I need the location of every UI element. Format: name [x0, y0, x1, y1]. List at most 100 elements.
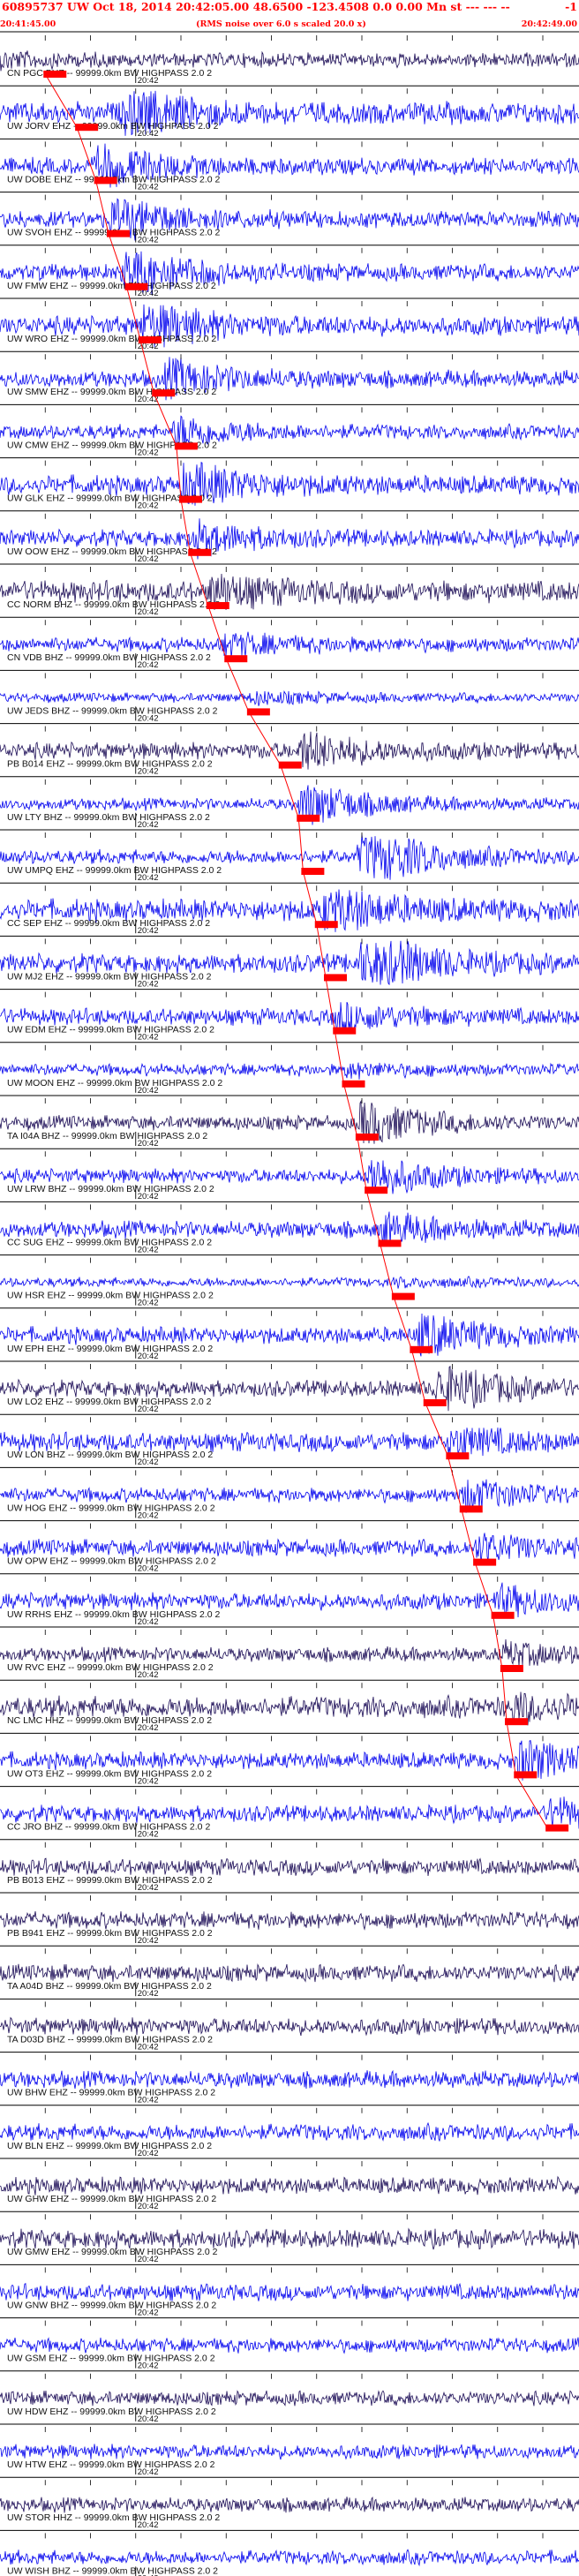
station-label: UW LO2 EHZ -- 99999.0km BW HIGHPASS 2.0 …	[7, 1397, 212, 1407]
station-label: TA I04A BHZ -- 99999.0km BW HIGHPASS 2.0…	[7, 1131, 207, 1141]
trace-row: 20:42UW BHW EHZ -- 99999.0km BW HIGHPASS…	[0, 2054, 579, 2106]
station-label: CN PGC BHZ -- 99999.0km BW HIGHPASS 2.0 …	[7, 68, 212, 79]
station-label: UW RRHS EHZ -- 99999.0km BW HIGHPASS 2.0…	[7, 1609, 221, 1620]
phase-pick-marker	[342, 1080, 365, 1088]
trace-row: 20:42UW RVC EHZ -- 99999.0km BW HIGHPASS…	[0, 1630, 579, 1681]
station-label: UW RVC EHZ -- 99999.0km BW HIGHPASS 2.0 …	[7, 1662, 214, 1673]
station-label: UW GHW EHZ -- 99999.0km BW HIGHPASS 2.0 …	[7, 2194, 216, 2204]
seismogram-plot: 20:42CN PGC BHZ -- 99999.0km BW HIGHPASS…	[0, 31, 579, 2576]
station-label: UW LRW BHZ -- 99999.0km BW HIGHPASS 2.0 …	[7, 1184, 214, 1194]
trace-row: 20:42UW CMW EHZ -- 99999.0km BW HIGHPASS…	[0, 407, 579, 459]
station-label: UW EPH EHZ -- 99999.0km BW HIGHPASS 2.0 …	[7, 1344, 213, 1354]
phase-pick-marker	[500, 1665, 523, 1672]
phase-pick-marker	[206, 602, 229, 609]
trace-row: 20:42TA D03D BHZ -- 99999.0km BW HIGHPAS…	[0, 2001, 579, 2053]
station-label: CC NORM BHZ -- 99999.0km BW HIGHPASS 2.0…	[7, 599, 221, 610]
trace-row: 20:42UW BLN EHZ -- 99999.0km BW HIGHPASS…	[0, 2107, 579, 2159]
station-label: UW OOW EHZ -- 99999.0km BW HIGHPASS 2.0 …	[7, 546, 217, 557]
station-label: UW LTY BHZ -- 99999.0km BW HIGHPASS 2.0 …	[7, 812, 210, 823]
trace-row: 20:42UW STOR HHZ -- 99999.0km BW HIGHPAS…	[0, 2480, 579, 2531]
trace-row: 20:42UW EPH EHZ -- 99999.0km BW HIGHPASS…	[0, 1310, 579, 1362]
trace-row: 20:42UW UMPQ EHZ -- 99999.0km BW HIGHPAS…	[0, 832, 579, 884]
trace-row: 20:42UW GHW EHZ -- 99999.0km BW HIGHPASS…	[0, 2161, 579, 2212]
trace-row: 20:42CC JRO BHZ -- 99999.0km BW HIGHPASS…	[0, 1789, 579, 1841]
phase-pick-marker	[179, 495, 202, 503]
station-label: NC LMC HHZ -- 99999.0km BW HIGHPASS 2.0 …	[7, 1715, 212, 1726]
waveform	[0, 2337, 579, 2354]
trace-row: 20:42UW GSM EHZ -- 99999.0km BW HIGHPASS…	[0, 2320, 579, 2372]
trace-row: 20:42TA A04D BHZ -- 99999.0km BW HIGHPAS…	[0, 1948, 579, 2000]
phase-pick-marker	[365, 1186, 388, 1194]
station-label: CC SUG EHZ -- 99999.0km BW HIGHPASS 2.0 …	[7, 1237, 212, 1247]
phase-pick-marker	[301, 868, 325, 875]
trace-row: 20:42CC SEP EHZ -- 99999.0km BW HIGHPASS…	[0, 885, 579, 937]
station-label: UW MOON EHZ -- 99999.0km BW HIGHPASS 2.0…	[7, 1078, 222, 1088]
waveform	[0, 1857, 579, 1877]
phase-pick-marker	[378, 1239, 402, 1247]
waveform	[0, 2444, 579, 2460]
station-label: UW EDM EHZ -- 99999.0km BW HIGHPASS 2.0 …	[7, 1025, 214, 1036]
station-label: UW JORV EHZ -- 99999.0km BW HIGHPASS 2.0…	[7, 121, 219, 132]
phase-pick-marker	[505, 1718, 528, 1726]
phase-pick-marker	[297, 814, 320, 822]
station-label: CC JRO BHZ -- 99999.0km BW HIGHPASS 2.0 …	[7, 1822, 210, 1833]
phase-pick-marker	[152, 389, 176, 397]
station-label: UW HSR EHZ -- 99999.0km BW HIGHPASS 2.0 …	[7, 1291, 214, 1301]
phase-pick-marker	[94, 177, 117, 185]
trace-row: 20:42UW WISH BHZ -- 99999.0km BW HIGHPAS…	[0, 2533, 579, 2576]
phase-pick-marker	[124, 282, 148, 290]
trace-row: 20:42UW MJ2 EHZ -- 99999.0km BW HIGHPASS…	[0, 938, 579, 990]
trace-row: 20:42UW JORV EHZ -- 99999.0km BW HIGHPAS…	[0, 88, 579, 139]
station-label: CN VDB BHZ -- 99999.0km BW HIGHPASS 2.0 …	[7, 652, 211, 663]
station-label: TA A04D BHZ -- 99999.0km BW HIGHPASS 2.0…	[7, 1981, 212, 1992]
waveform	[0, 689, 579, 706]
phase-pick-marker	[333, 1027, 357, 1035]
station-label: UW WISH BHZ -- 99999.0km BW HIGHPASS 2.0…	[7, 2565, 218, 2576]
phase-pick-marker	[278, 761, 302, 769]
waveform	[0, 2282, 579, 2301]
trace-row: 20:42UW LRW BHZ -- 99999.0km BW HIGHPASS…	[0, 1151, 579, 1202]
trace-row: 20:42UW OPW EHZ -- 99999.0km BW HIGHPASS…	[0, 1523, 579, 1575]
station-label: PB B014 EHZ -- 99999.0km BW HIGHPASS 2.0…	[7, 759, 213, 770]
phase-pick-marker	[174, 442, 198, 450]
station-label: UW SMW EHZ -- 99999.0km BW HIGHPASS 2.0 …	[7, 387, 216, 397]
station-label: UW FMW EHZ -- 99999.0km BW HIGHPASS 2.0 …	[7, 281, 216, 291]
phase-pick-marker	[423, 1399, 447, 1406]
station-label: UW OT3 EHZ -- 99999.0km BW HIGHPASS 2.0 …	[7, 1768, 212, 1779]
phase-pick-marker	[355, 1134, 379, 1141]
waveform	[0, 2175, 579, 2196]
trace-row: 20:42PB B941 EHZ -- 99999.0km BW HIGHPAS…	[0, 1895, 579, 1947]
trace-row: 20:42UW OOW EHZ -- 99999.0km BW HIGHPASS…	[0, 513, 579, 565]
phase-pick-marker	[314, 921, 338, 929]
trace-row: 20:42UW LO2 EHZ -- 99999.0km BW HIGHPASS…	[0, 1364, 579, 1415]
station-label: PB B013 EHZ -- 99999.0km BW HIGHPASS 2.0…	[7, 1875, 213, 1886]
phase-pick-marker	[138, 336, 162, 343]
phase-pick-marker	[545, 1824, 569, 1832]
station-label: UW GSM EHZ -- 99999.0km BW HIGHPASS 2.0 …	[7, 2354, 215, 2364]
trace-row: 20:42TA I04A BHZ -- 99999.0km BW HIGHPAS…	[0, 1098, 579, 1149]
trace-row: 20:42UW SVOH EHZ -- 99999.0km BW HIGHPAS…	[0, 194, 579, 246]
trace-row: 20:42UW EDM EHZ -- 99999.0km BW HIGHPASS…	[0, 991, 579, 1043]
trace-row: 20:42CC SUG EHZ -- 99999.0km BW HIGHPASS…	[0, 1204, 579, 1256]
phase-pick-marker	[391, 1292, 415, 1300]
trace-row: 20:42UW GNW BHZ -- 99999.0km BW HIGHPASS…	[0, 2267, 579, 2319]
station-label: UW STOR HHZ -- 99999.0km BW HIGHPASS 2.0…	[7, 2512, 220, 2523]
station-label: UW WRO EHZ -- 99999.0km BW HIGHPASS 2.0 …	[7, 334, 216, 344]
station-label: UW BLN EHZ -- 99999.0km BW HIGHPASS 2.0 …	[7, 2141, 212, 2151]
waveform	[0, 2069, 579, 2090]
station-label: UW BHW EHZ -- 99999.0km BW HIGHPASS 2.0 …	[7, 2088, 215, 2098]
trace-row: 20:42UW DOBE EHZ -- 99999.0km BW HIGHPAS…	[0, 141, 579, 193]
station-label: UW UMPQ EHZ -- 99999.0km BW HIGHPASS 2.0…	[7, 865, 222, 876]
station-label: UW MJ2 EHZ -- 99999.0km BW HIGHPASS 2.0 …	[7, 971, 212, 982]
trace-row: 20:42UW HOG EHZ -- 99999.0km BW HIGHPASS…	[0, 1470, 579, 1522]
phase-pick-marker	[410, 1345, 433, 1353]
waveform	[0, 2016, 579, 2037]
trace-row: 20:42UW GMW EHZ -- 99999.0km BW HIGHPASS…	[0, 2214, 579, 2265]
trace-row: 20:42PB B014 EHZ -- 99999.0km BW HIGHPAS…	[0, 726, 579, 778]
waveform	[0, 2390, 579, 2407]
station-label: PB B941 EHZ -- 99999.0km BW HIGHPASS 2.0…	[7, 1928, 213, 1939]
station-label: UW HDW EHZ -- 99999.0km BW HIGHPASS 2.0 …	[7, 2407, 216, 2417]
trace-row: 20:42UW WRO EHZ -- 99999.0km BW HIGHPASS…	[0, 301, 579, 352]
trace-row: 20:42NC LMC HHZ -- 99999.0km BW HIGHPASS…	[0, 1683, 579, 1734]
trace-row: 20:42UW MOON EHZ -- 99999.0km BW HIGHPAS…	[0, 1044, 579, 1096]
